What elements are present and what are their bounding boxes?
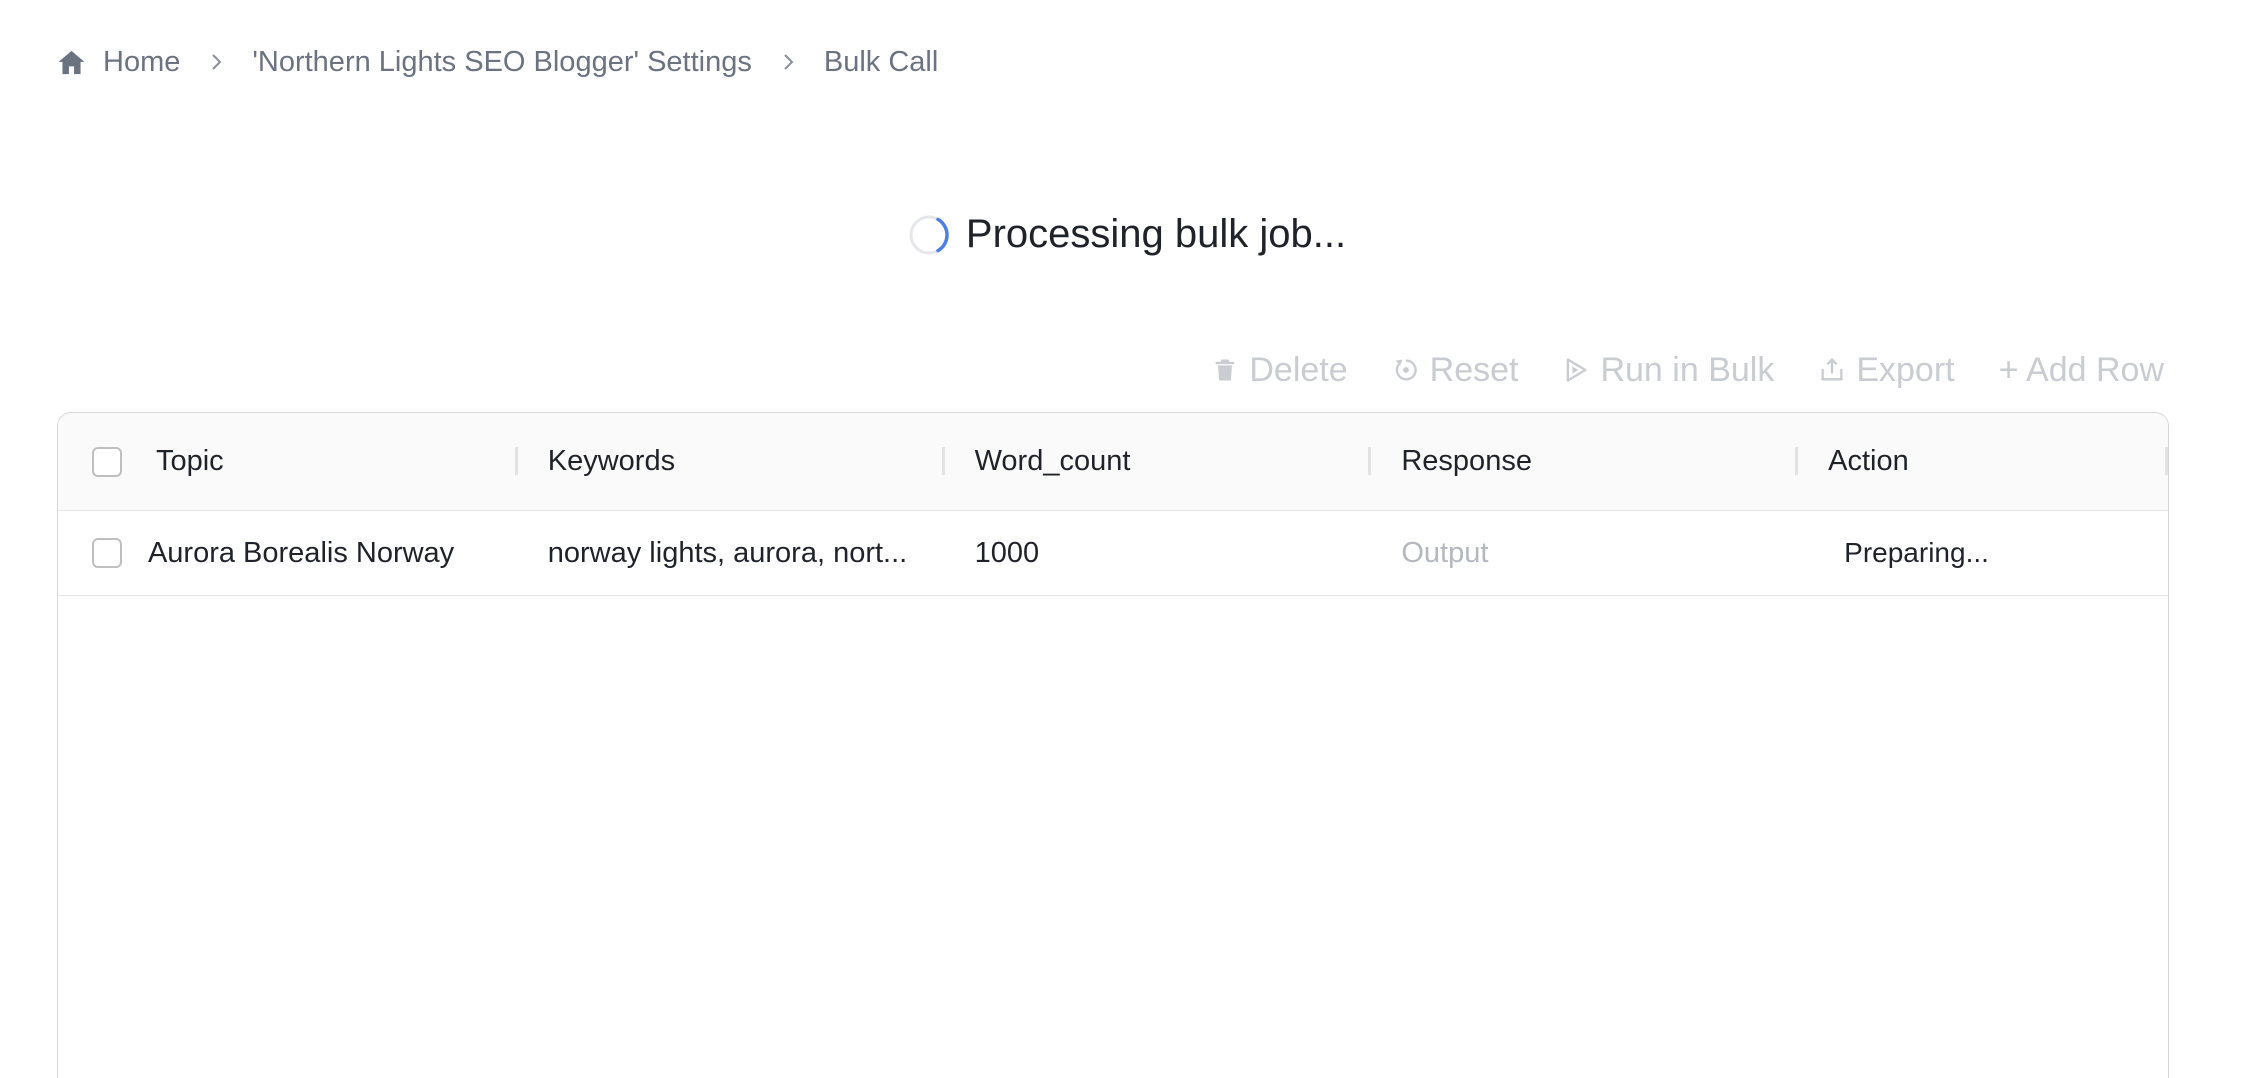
loading-spinner-icon	[908, 214, 950, 256]
chevron-right-icon	[778, 52, 798, 72]
breadcrumb-home-label: Home	[103, 45, 181, 78]
breadcrumb-current: Bulk Call	[823, 45, 939, 78]
export-label: Export	[1856, 350, 1955, 389]
home-icon	[58, 50, 85, 74]
delete-label: Delete	[1249, 350, 1348, 389]
reset-label: Reset	[1429, 350, 1519, 389]
table-header: Topic Keywords Word_count Response Actio…	[58, 413, 2168, 511]
processing-status: Processing bulk job...	[0, 212, 2254, 257]
breadcrumb-home-link[interactable]: Home	[56, 46, 180, 79]
cell-keywords-text: norway lights, aurora, nort...	[547, 536, 908, 569]
row-checkbox-cell	[58, 511, 148, 595]
breadcrumb: Home 'Northern Lights SEO Blogger' Setti…	[56, 42, 938, 82]
row-checkbox[interactable]	[91, 538, 122, 568]
select-all-checkbox[interactable]	[91, 446, 122, 477]
add-row-button[interactable]: + Add Row	[1999, 351, 2164, 390]
bulk-toolbar: Delete Reset Run in Bulk Export + Add Ro…	[1167, 348, 2164, 392]
header-checkbox-cell	[58, 413, 148, 510]
reset-button[interactable]: Reset	[1392, 350, 1519, 390]
reset-icon	[1395, 359, 1417, 381]
run-in-bulk-button[interactable]: Run in Bulk	[1562, 351, 1774, 390]
export-icon	[1821, 357, 1843, 381]
column-header-action[interactable]: Action	[1798, 413, 2168, 510]
play-icon	[1567, 358, 1587, 382]
table-row: Aurora Borealis Norway norway lights, au…	[58, 511, 2168, 596]
export-button[interactable]: Export	[1818, 350, 1955, 390]
chevron-right-icon	[206, 52, 226, 72]
bulk-table: Topic Keywords Word_count Response Actio…	[57, 412, 2169, 1078]
cell-word-count[interactable]: 1000	[945, 511, 1372, 595]
cell-action: Preparing...	[1798, 511, 2168, 595]
breadcrumb-settings-link[interactable]: 'Northern Lights SEO Blogger' Settings	[252, 46, 752, 79]
column-header-topic[interactable]: Topic	[148, 413, 518, 510]
column-header-word-count[interactable]: Word_count	[945, 413, 1372, 510]
column-header-keywords[interactable]: Keywords	[518, 413, 945, 510]
delete-button[interactable]: Delete	[1211, 350, 1348, 390]
action-status-text: Preparing...	[1844, 537, 1989, 568]
bulk-call-page: Home 'Northern Lights SEO Blogger' Setti…	[0, 0, 2254, 1078]
cell-response[interactable]: Output	[1371, 511, 1798, 595]
column-header-response[interactable]: Response	[1371, 413, 1798, 510]
cell-topic[interactable]: Aurora Borealis Norway	[148, 511, 518, 595]
add-row-label: + Add Row	[1998, 350, 2164, 389]
run-in-bulk-label: Run in Bulk	[1600, 350, 1775, 389]
processing-message: Processing bulk job...	[965, 212, 1347, 256]
cell-keywords[interactable]: norway lights, aurora, nort...	[518, 511, 945, 595]
trash-icon	[1216, 359, 1235, 381]
